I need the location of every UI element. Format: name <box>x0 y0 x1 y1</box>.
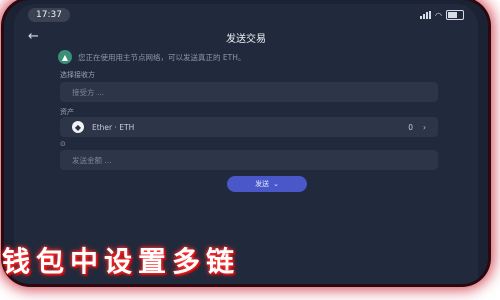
amount-label: ⊙ <box>60 140 66 148</box>
nav-bar: ← 发送交易 <box>14 26 478 48</box>
ether-icon: ◆ <box>72 121 84 133</box>
asset-info: ◆ Ether · ETH <box>72 121 134 133</box>
wifi-icon: ◠ <box>435 10 442 20</box>
send-button[interactable]: 发送 ⌄ <box>227 176 307 192</box>
recipient-placeholder: 接受方 ... <box>72 87 105 97</box>
chevron-down-icon: ⌄ <box>273 180 279 188</box>
battery-icon <box>446 10 464 20</box>
back-arrow-icon[interactable]: ← <box>28 29 39 44</box>
asset-selector[interactable]: ◆ Ether · ETH 0 › <box>60 117 438 137</box>
amount-input[interactable]: 发送金额 ... <box>60 150 438 170</box>
recipient-input[interactable]: 接受方 ... <box>60 82 438 102</box>
asset-name: Ether · ETH <box>92 122 135 132</box>
network-icon: ▲ <box>58 50 72 64</box>
overlay-caption: 钱包中设置多链 <box>2 245 241 278</box>
status-time: 17:37 <box>28 8 70 22</box>
network-notice: ▲ 您正在使用用主节点网络，可以发送真正的 ETH。 <box>58 50 464 64</box>
page-title: 发送交易 <box>226 33 266 45</box>
asset-label: 资产 <box>60 108 74 116</box>
send-button-label: 发送 <box>255 180 270 188</box>
amount-placeholder: 发送金额 ... <box>72 155 112 165</box>
recipient-label: 选择接收方 <box>60 71 95 79</box>
asset-balance-group: 0 › <box>408 123 426 132</box>
status-icons: ◠ <box>420 10 464 20</box>
status-bar: 17:37 ◠ <box>14 4 478 26</box>
signal-icon <box>420 11 432 19</box>
notice-text: 您正在使用用主节点网络，可以发送真正的 ETH。 <box>78 52 246 62</box>
chevron-right-icon: › <box>423 122 426 132</box>
asset-balance: 0 <box>408 122 413 132</box>
